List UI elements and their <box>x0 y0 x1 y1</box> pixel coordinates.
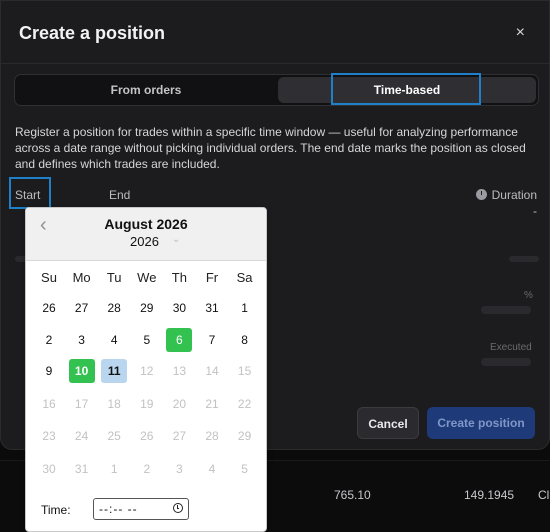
calendar-day-today[interactable]: 6 <box>166 328 193 352</box>
weekday-label: Tu <box>106 270 122 285</box>
background-cell: 149.1945 <box>464 488 515 502</box>
background-cell: Cl <box>538 488 550 502</box>
calendar-day[interactable]: 9 <box>36 359 62 383</box>
duration-label-wrap: Duration <box>475 188 537 202</box>
calendar-day-disabled: 24 <box>74 429 89 443</box>
clock-icon <box>475 189 487 200</box>
weekday-label: Su <box>41 270 57 285</box>
calendar-day-selected[interactable]: 10 <box>68 359 95 383</box>
calendar-day[interactable]: 1 <box>232 296 258 320</box>
calendar-day-disabled: 14 <box>205 364 219 378</box>
calendar-day-disabled: 22 <box>237 397 252 411</box>
calendar-day-disabled: 29 <box>237 429 252 443</box>
calendar-day[interactable]: 5 <box>134 328 160 352</box>
clock-icon[interactable] <box>173 503 183 513</box>
calendar-day[interactable]: 30 <box>166 296 192 320</box>
skeleton-bar <box>509 256 539 262</box>
calendar-day[interactable]: 7 <box>199 328 225 352</box>
month-title: August 2026 <box>104 216 188 232</box>
calendar-day-disabled: 4 <box>208 462 216 476</box>
calendar-day-disabled: 25 <box>107 429 121 443</box>
calendar-day[interactable]: 8 <box>232 328 258 352</box>
calendar-day[interactable]: 29 <box>134 296 160 320</box>
calendar-day[interactable]: 28 <box>101 296 127 320</box>
weekday-label: Sa <box>236 270 253 285</box>
calendar-day-disabled: 18 <box>107 397 121 411</box>
start-label: Start <box>15 188 41 202</box>
time-input[interactable]: --:-- -- <box>93 498 189 520</box>
tab-time-based[interactable]: Time-based <box>278 77 536 103</box>
time-label: Time: <box>41 503 71 517</box>
duration-value: - <box>533 204 537 218</box>
calendar-day-disabled: 1 <box>110 462 118 476</box>
calendar-day[interactable]: 3 <box>69 328 95 352</box>
calendar-day-disabled: 28 <box>205 429 219 443</box>
calendar-day[interactable]: 26 <box>36 296 62 320</box>
calendar-day-disabled: 13 <box>172 364 187 378</box>
modal-title: Create a position <box>19 23 166 43</box>
calendar-day-disabled: 20 <box>172 397 187 411</box>
tab-from-orders[interactable]: From orders <box>17 77 275 103</box>
calendar-day-disabled: 2 <box>143 462 151 476</box>
percent-label: % <box>524 290 533 301</box>
calendar-day-disabled: 23 <box>42 429 56 443</box>
calendar-day-disabled: 27 <box>172 429 187 443</box>
duration-label: Duration <box>491 188 537 202</box>
end-label: End <box>109 188 131 202</box>
weekday-label: We <box>137 270 157 285</box>
weekday-label: Fr <box>205 270 219 285</box>
time-value: --:-- -- <box>99 502 138 516</box>
weekday-label: Th <box>171 270 187 285</box>
close-icon[interactable]: × <box>516 24 525 42</box>
calendar-day-disabled: 30 <box>42 462 56 476</box>
executed-label: Executed <box>490 342 532 353</box>
calendar-day-disabled: 19 <box>140 397 154 411</box>
calendar-day-disabled: 12 <box>140 364 154 378</box>
calendar-day-disabled: 31 <box>74 462 89 476</box>
calendar-day[interactable]: 4 <box>101 328 127 352</box>
calendar-day-disabled: 26 <box>140 429 154 443</box>
year-select[interactable]: 2026 <box>130 234 159 249</box>
description-text: Register a position for trades within a … <box>15 125 526 171</box>
background-cell: 765.10 <box>334 488 371 502</box>
skeleton-bar <box>481 306 531 314</box>
cancel-button[interactable]: Cancel <box>357 407 419 439</box>
skeleton-bar <box>481 358 531 366</box>
date-picker-popup: ‹ August 2026 2026 ⌄ Su Mo Tu We Th Fr Sa 26 27… <box>25 207 267 532</box>
position-type-tabs: From orders Time-based <box>14 74 539 106</box>
calendar-day-disabled: 3 <box>176 462 183 476</box>
weekday-label: Mo <box>72 270 91 285</box>
calendar-day-disabled: 5 <box>241 462 248 476</box>
calendar-day-hover[interactable]: 11 <box>101 359 128 383</box>
calendar-day[interactable]: 2 <box>36 328 62 352</box>
date-picker-header: ‹ August 2026 2026 ⌄ <box>26 208 266 261</box>
calendar-day-disabled: 17 <box>74 397 89 411</box>
create-position-button[interactable]: Create position <box>427 407 535 439</box>
calendar-day[interactable]: 27 <box>69 296 95 320</box>
modal-header: Create a position × <box>1 1 549 64</box>
calendar-day-disabled: 15 <box>237 364 252 378</box>
calendar-day-disabled: 16 <box>42 397 56 411</box>
calendar-day[interactable]: 31 <box>199 296 225 320</box>
chevron-down-icon[interactable]: ⌄ <box>172 234 180 245</box>
calendar-day-disabled: 21 <box>205 397 219 411</box>
